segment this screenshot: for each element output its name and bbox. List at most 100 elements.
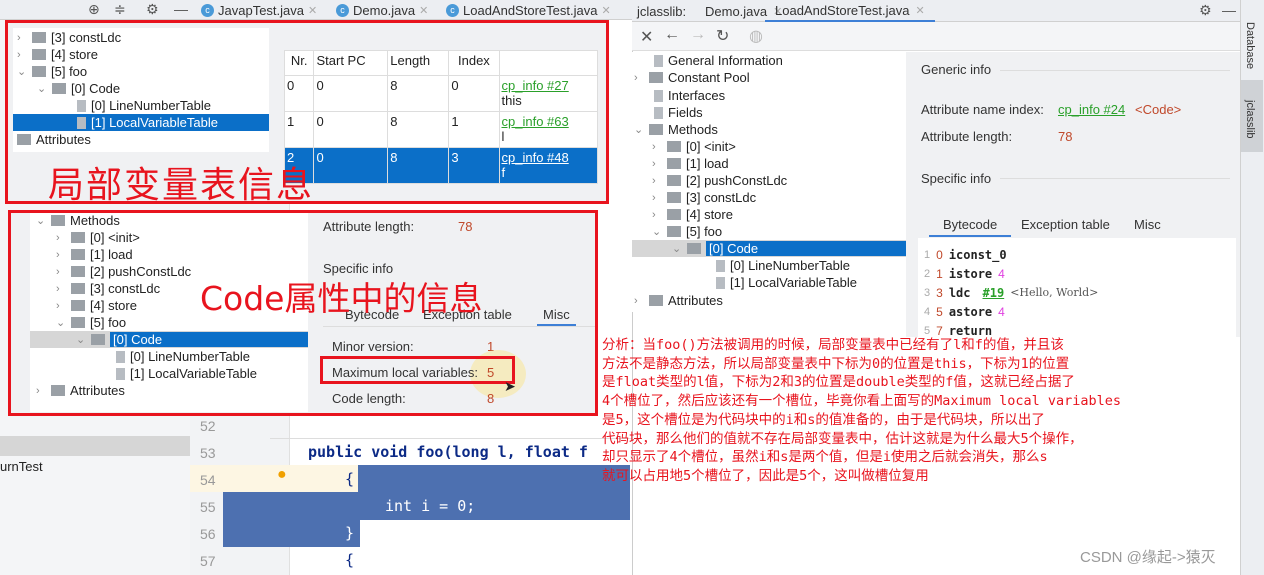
tree-item[interactable]: › [3] constLdc (652, 189, 756, 206)
annotation-note: 分析：当foo()方法被调用的时候，局部变量表中已经有了l和f的值，并且该 方法… (602, 337, 1122, 484)
file-icon (654, 89, 663, 102)
code-line[interactable]: int i = 0; (385, 497, 475, 515)
folder-icon (667, 226, 681, 237)
pc: 5 (936, 304, 943, 319)
line-number: 54 (200, 472, 216, 488)
tab-exception-table[interactable]: Exception table (1021, 217, 1110, 232)
opcode: ldc (948, 285, 971, 300)
folder-icon (649, 295, 663, 306)
gear-icon[interactable]: ⚙ (146, 1, 159, 18)
opcode: istore (948, 266, 993, 281)
back-icon[interactable]: ← (664, 26, 680, 44)
bytecode-line[interactable]: 3 3 ldc #19 <Hello, World> (924, 283, 1098, 302)
annotation-caption: 局部变量表信息 (48, 165, 315, 206)
folder-icon (667, 209, 681, 220)
cp-info-link[interactable]: cp_info #24 (1058, 102, 1125, 117)
opcode: astore (948, 304, 993, 319)
line-number: 57 (200, 553, 216, 569)
file-icon (654, 54, 663, 67)
folder-icon (687, 243, 701, 254)
forward-icon[interactable]: → (690, 26, 706, 44)
project-selected-row[interactable] (0, 436, 190, 456)
tab-loadandstoretest[interactable]: c LoadAndStoreTest.java ✕ (440, 0, 617, 20)
bytecode-line[interactable]: 2 1 istore 4 (924, 264, 1098, 283)
minimize-icon[interactable]: — (174, 1, 188, 17)
opcode: iconst_0 (948, 247, 1007, 262)
tree-item[interactable]: [0] LineNumberTable (716, 257, 850, 274)
pc: 1 (936, 266, 943, 281)
tab-javaptest[interactable]: c JavapTest.java ✕ (195, 0, 323, 20)
crosshair-icon[interactable]: ⊕ (88, 1, 100, 18)
tree-item[interactable]: › Attributes (634, 292, 723, 309)
folder-icon (667, 192, 681, 203)
tree-item[interactable]: [1] LocalVariableTable (716, 274, 857, 291)
gear-icon[interactable]: ⚙ (1199, 2, 1212, 19)
line-number: 52 (200, 418, 216, 434)
folder-icon (667, 158, 681, 169)
tree-item[interactable]: › [4] store (652, 206, 733, 223)
divider (1000, 178, 1230, 179)
annotation-caption: Code属性中的信息 (200, 279, 483, 318)
close-icon[interactable]: ✕ (601, 4, 610, 17)
operand: 4 (998, 304, 1005, 319)
tab-label: JavapTest.java (218, 2, 304, 18)
bytecode-line[interactable]: 4 5 astore 4 (924, 302, 1098, 321)
tree-item[interactable]: › [0] <init> (652, 138, 736, 155)
class-icon: c (201, 3, 214, 17)
selection (223, 492, 360, 547)
line-number: 4 (924, 305, 931, 318)
field-label: Attribute length: (921, 129, 1013, 144)
folder-icon (667, 141, 681, 152)
project-item[interactable]: urnTest (0, 459, 43, 474)
code-line[interactable]: { (345, 470, 354, 488)
code-line[interactable]: } (345, 524, 354, 542)
field-label: Attribute name index: (921, 102, 1044, 117)
tree-item[interactable]: › [1] load (652, 155, 729, 172)
line-number: 1 (924, 248, 931, 261)
tree-item[interactable]: Fields (654, 104, 703, 121)
method-separator (270, 438, 632, 439)
file-icon (654, 106, 663, 119)
folder-icon (649, 124, 663, 135)
code-line[interactable]: { (345, 551, 354, 569)
collapse-icon[interactable]: ≑ (114, 1, 126, 18)
tree-item-selected[interactable]: ⌄ [0] Code (632, 240, 906, 257)
field-value: 78 (1058, 129, 1073, 144)
web-icon[interactable]: ◍ (749, 26, 763, 46)
line-number: 53 (200, 445, 216, 461)
refresh-icon[interactable]: ↻ (716, 26, 729, 46)
tree-item[interactable]: ⌄ Methods (634, 121, 718, 138)
minimize-icon[interactable]: — (1222, 2, 1236, 18)
tree-item[interactable]: › Constant Pool (634, 69, 750, 86)
tab-demo[interactable]: c Demo.java ✕ (330, 0, 434, 20)
tab-loadandstoretest[interactable]: LoadAndStoreTest.java ✕ (765, 0, 935, 22)
tree-item[interactable]: Interfaces (654, 87, 725, 104)
close-icon[interactable]: ✕ (640, 27, 653, 47)
cp-ref-link[interactable]: #19 (983, 286, 1005, 300)
jclasslib-tool-button[interactable]: jclasslib (1244, 100, 1256, 139)
close-icon[interactable]: ✕ (915, 4, 924, 17)
bytecode-list: 1 0 iconst_0 2 1 istore 4 3 3 ldc #19 <Hello, World… (924, 245, 1098, 340)
section-title: Specific info (921, 171, 992, 186)
line-number: 2 (924, 267, 931, 280)
database-tool-button[interactable]: Database (1244, 22, 1256, 69)
pc: 3 (936, 285, 943, 300)
tree-item[interactable]: General Information (654, 52, 783, 69)
tree-item[interactable]: ⌄ [5] foo (652, 223, 722, 240)
close-icon[interactable]: ✕ (419, 4, 428, 17)
lightbulb-icon[interactable]: ● (277, 466, 287, 484)
divider (1000, 70, 1230, 71)
class-icon: c (446, 3, 459, 17)
code-line[interactable]: public void foo(long l, float f (308, 443, 588, 461)
close-icon[interactable]: ✕ (308, 4, 317, 17)
folder-icon (667, 175, 681, 186)
field-value: <Code> (1135, 102, 1182, 117)
tab-misc[interactable]: Misc (1134, 217, 1161, 232)
line-number: 56 (200, 526, 216, 542)
tree-item[interactable]: › [2] pushConstLdc (652, 172, 787, 189)
bytecode-line[interactable]: 1 0 iconst_0 (924, 245, 1098, 264)
tab-bytecode[interactable]: Bytecode (929, 217, 1012, 237)
line-number: 5 (924, 324, 931, 337)
folder-icon (649, 72, 663, 83)
pc: 0 (936, 247, 943, 262)
